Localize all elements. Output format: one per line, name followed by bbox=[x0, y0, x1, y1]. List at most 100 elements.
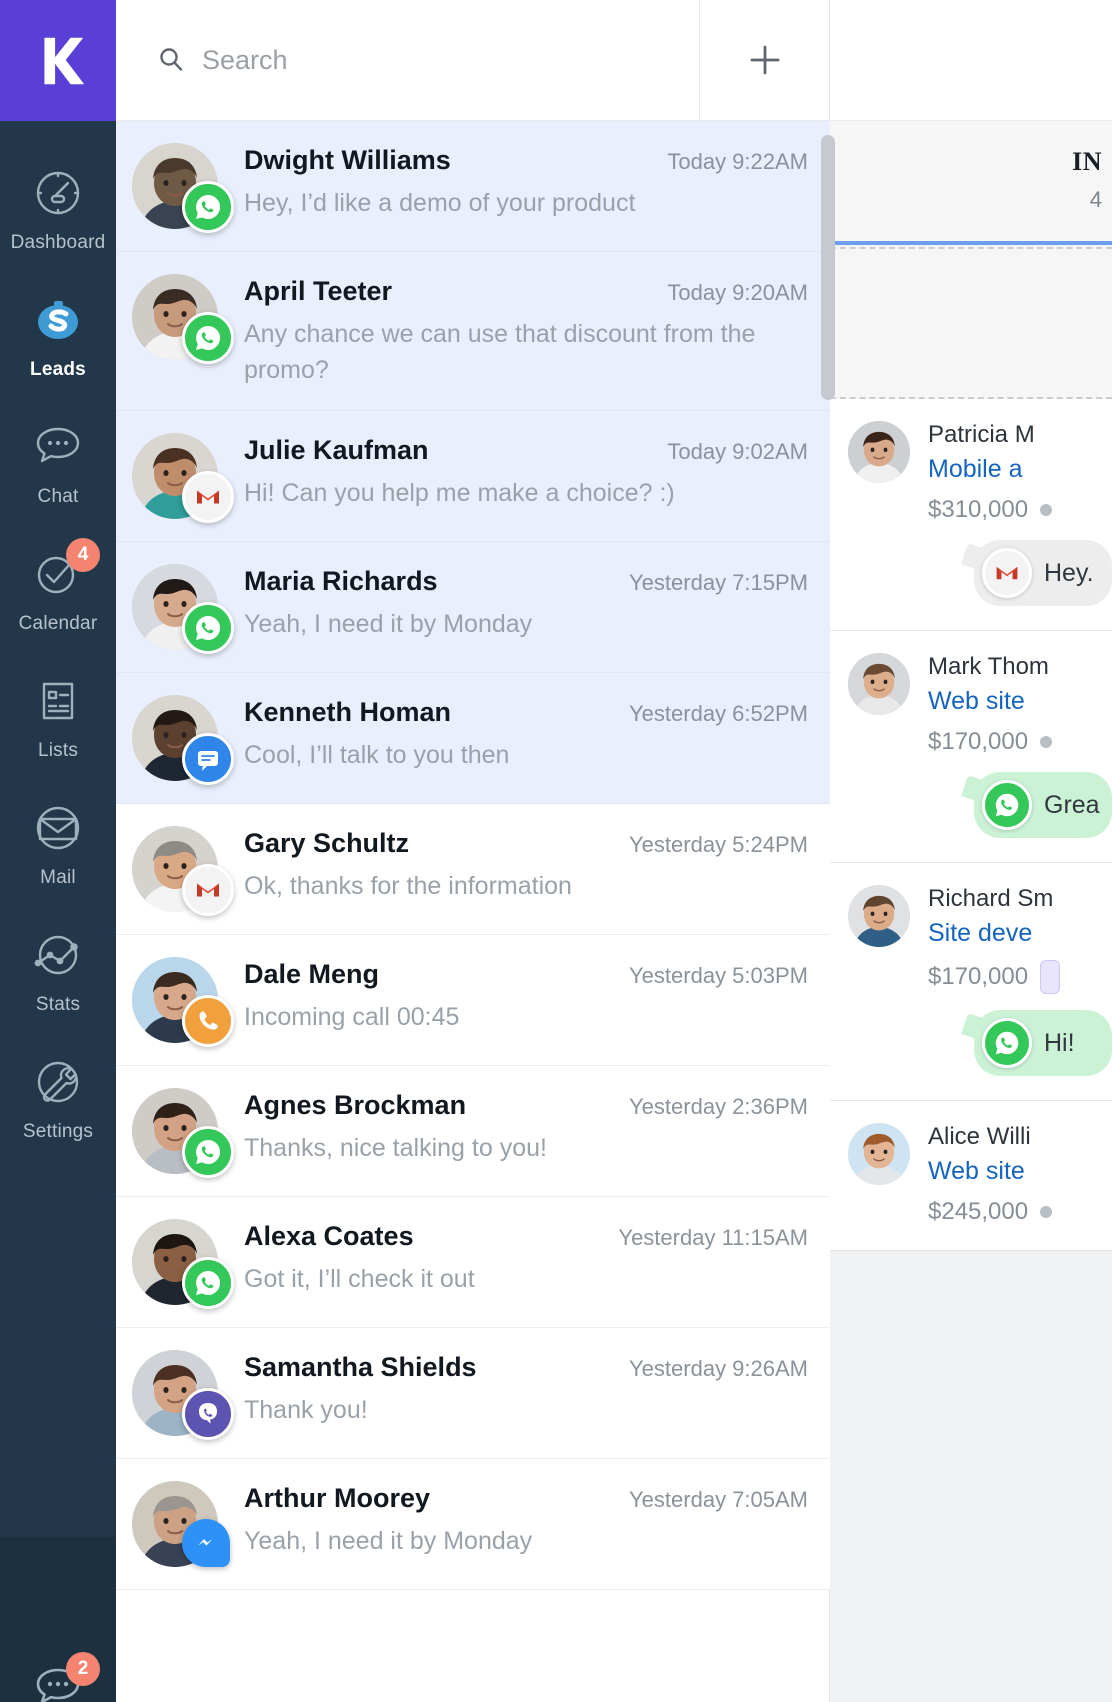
whatsapp-icon bbox=[182, 1257, 234, 1309]
conversation-body: Arthur Moorey Yesterday 7:05AM Yeah, I n… bbox=[244, 1481, 808, 1560]
avatar bbox=[132, 957, 234, 1047]
conversation-header: Julie Kaufman Today 9:02AM bbox=[244, 435, 808, 466]
top-bar bbox=[116, 0, 829, 121]
deal-card[interactable]: Patricia M Mobile a $310,000 Hey. bbox=[830, 399, 1112, 631]
conversation-row[interactable]: Gary Schultz Yesterday 5:24PM Ok, thanks… bbox=[116, 804, 830, 935]
deal-status-dot bbox=[1040, 504, 1053, 516]
conversation-body: Kenneth Homan Yesterday 6:52PM Cool, I’l… bbox=[244, 695, 808, 774]
conversation-header: Arthur Moorey Yesterday 7:05AM bbox=[244, 1483, 808, 1514]
deal-card[interactable]: Alice Willi Web site $245,000 bbox=[830, 1101, 1112, 1251]
pipeline-column: IN 4 Patricia M Mobile a $310,000 Hey. M… bbox=[830, 0, 1112, 1702]
contact-name: Kenneth Homan bbox=[244, 697, 452, 727]
message-time: Today 9:20AM bbox=[667, 280, 808, 305]
conversation-row[interactable]: Arthur Moorey Yesterday 7:05AM Yeah, I n… bbox=[116, 1459, 830, 1590]
deal-info: Alice Willi Web site $245,000 bbox=[928, 1123, 1112, 1226]
deal-person-name: Richard Sm bbox=[928, 885, 1054, 912]
deal-last-message: Grea bbox=[974, 772, 1112, 838]
deal-meta: $310,000 bbox=[928, 496, 1112, 524]
conversation-body: April Teeter Today 9:20AM Any chance we … bbox=[244, 274, 808, 388]
sidebar-item-chat[interactable]: Chat bbox=[0, 399, 116, 526]
chat-dots-icon[interactable]: 2 bbox=[28, 1652, 100, 1702]
search-box[interactable] bbox=[116, 0, 699, 120]
message-snippet: Yeah, I need it by Monday bbox=[244, 1527, 533, 1555]
gmail-icon bbox=[982, 548, 1032, 598]
whatsapp-icon bbox=[982, 780, 1032, 830]
plus-icon bbox=[750, 45, 779, 75]
deal-person-name: Mark Thom bbox=[928, 653, 1049, 680]
conversation-row[interactable]: Dale Meng Yesterday 5:03PM Incoming call… bbox=[116, 935, 830, 1066]
deal-amount: $170,000 bbox=[928, 963, 1029, 990]
message-time: Yesterday 5:24PM bbox=[629, 832, 808, 857]
deal-title-link[interactable]: Mobile a bbox=[928, 455, 1112, 484]
deal-meta: $245,000 bbox=[928, 1198, 1112, 1226]
conversation-list[interactable]: Dwight Williams Today 9:22AM Hey, I’d li… bbox=[116, 121, 830, 1702]
contact-name: Gary Schultz bbox=[244, 828, 410, 858]
message-snippet: Hi! Can you help me make a choice? :) bbox=[244, 479, 675, 507]
add-button[interactable] bbox=[699, 0, 829, 120]
message-time: Yesterday 6:52PM bbox=[629, 701, 808, 726]
gmail-icon bbox=[182, 864, 234, 916]
avatar bbox=[132, 826, 234, 916]
list-icon bbox=[28, 671, 88, 731]
message-snippet: Thank you! bbox=[244, 1396, 368, 1424]
sidebar-item-settings[interactable]: Settings bbox=[0, 1034, 116, 1161]
deal-status-dot bbox=[1040, 1206, 1053, 1218]
message-time: Yesterday 2:36PM bbox=[629, 1094, 808, 1119]
scrollbar-thumb[interactable] bbox=[821, 135, 835, 400]
conversation-body: Maria Richards Yesterday 7:15PM Yeah, I … bbox=[244, 564, 808, 643]
deal-avatar bbox=[848, 1123, 910, 1185]
message-time: Yesterday 7:05AM bbox=[629, 1487, 808, 1512]
pipeline-accent-rule bbox=[830, 241, 1112, 245]
conversation-row[interactable]: Maria Richards Yesterday 7:15PM Yeah, I … bbox=[116, 542, 830, 673]
phone-icon bbox=[182, 995, 234, 1047]
deal-title-link[interactable]: Web site bbox=[928, 687, 1112, 716]
sidebar-item-leads[interactable]: Leads bbox=[0, 272, 116, 399]
deal-person-name: Patricia M bbox=[928, 421, 1035, 448]
envelope-icon bbox=[28, 798, 88, 858]
bottom-badge: 2 bbox=[66, 1652, 100, 1686]
conversation-row[interactable]: Agnes Brockman Yesterday 2:36PM Thanks, … bbox=[116, 1066, 830, 1197]
message-snippet: Got it, I’ll check it out bbox=[244, 1265, 475, 1293]
app-logo[interactable] bbox=[0, 0, 116, 121]
deal-amount: $310,000 bbox=[928, 496, 1029, 523]
conversation-row[interactable]: Dwight Williams Today 9:22AM Hey, I’d li… bbox=[116, 121, 830, 252]
conversation-row[interactable]: Alexa Coates Yesterday 11:15AM Got it, I… bbox=[116, 1197, 830, 1328]
conversation-header: Gary Schultz Yesterday 5:24PM bbox=[244, 828, 808, 859]
whatsapp-icon bbox=[982, 1018, 1032, 1068]
deal-card[interactable]: Richard Sm Site deve $170,000 Hi! bbox=[830, 863, 1112, 1101]
sidebar-item-stats[interactable]: Stats bbox=[0, 907, 116, 1034]
sidebar-item-label: Stats bbox=[35, 994, 81, 1015]
conversation-row[interactable]: Julie Kaufman Today 9:02AM Hi! Can you h… bbox=[116, 411, 830, 542]
search-input[interactable] bbox=[202, 44, 699, 76]
conversation-body: Alexa Coates Yesterday 11:15AM Got it, I… bbox=[244, 1219, 808, 1298]
viber-icon bbox=[182, 1388, 234, 1440]
conversation-row[interactable]: April Teeter Today 9:20AM Any chance we … bbox=[116, 252, 830, 411]
sidebar-item-mail[interactable]: Mail bbox=[0, 780, 116, 907]
contact-name: Dale Meng bbox=[244, 959, 380, 989]
avatar bbox=[132, 1219, 234, 1309]
contact-name: Alexa Coates bbox=[244, 1221, 414, 1251]
deal-message-text: Grea bbox=[1044, 790, 1100, 819]
pipeline-dropzone[interactable] bbox=[830, 247, 1112, 399]
deal-card-list[interactable]: Patricia M Mobile a $310,000 Hey. Mark T… bbox=[830, 399, 1112, 1251]
deal-title-link[interactable]: Site deve bbox=[928, 919, 1112, 948]
message-snippet: Hey, I’d like a demo of your product bbox=[244, 189, 636, 217]
conversation-row[interactable]: Samantha Shields Yesterday 9:26AM Thank … bbox=[116, 1328, 830, 1459]
sidebar-item-calendar[interactable]: 4 Calendar bbox=[0, 526, 116, 653]
deal-title-link[interactable]: Web site bbox=[928, 1157, 1112, 1186]
conversation-scrollbar[interactable] bbox=[821, 135, 835, 1702]
sidebar-item-lists[interactable]: Lists bbox=[0, 653, 116, 780]
deal-card[interactable]: Mark Thom Web site $170,000 Grea bbox=[830, 631, 1112, 863]
line-chart-icon bbox=[28, 925, 88, 985]
avatar bbox=[132, 1481, 230, 1567]
deal-meta: $170,000 bbox=[928, 728, 1112, 756]
avatar bbox=[132, 143, 234, 233]
sidebar-item-dashboard[interactable]: Dashboard bbox=[0, 145, 116, 272]
conversation-row[interactable]: Kenneth Homan Yesterday 6:52PM Cool, I’l… bbox=[116, 673, 830, 804]
pipeline-column-header: IN 4 bbox=[830, 121, 1112, 241]
sms-icon bbox=[182, 733, 234, 785]
deal-meta: $170,000 bbox=[928, 960, 1112, 994]
app-root: Dashboard Leads Chat 4 Calendar Lists Mail Stat… bbox=[0, 0, 1112, 1702]
sidebar-bottom-action[interactable]: 2 bbox=[0, 1537, 116, 1702]
avatar bbox=[132, 1088, 234, 1178]
